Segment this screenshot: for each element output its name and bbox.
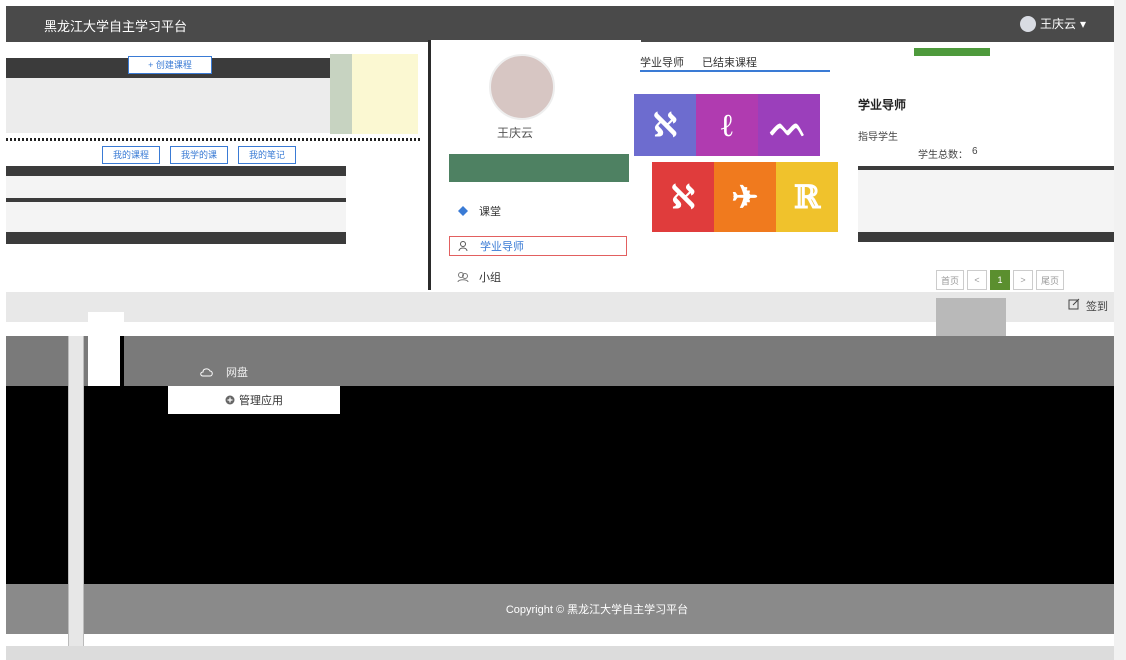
pager-prev[interactable]: < (967, 270, 987, 290)
plus-circle-icon (225, 395, 235, 405)
dark-band (6, 336, 1114, 386)
pagination: 首页 < 1 > 尾页 (936, 270, 1064, 290)
horizontal-scrollbar[interactable] (6, 646, 1114, 660)
my-notes-button[interactable]: 我的笔记 (238, 146, 296, 164)
gray-block (936, 298, 1006, 336)
tile-glyph: ᨓ (769, 105, 809, 144)
profile-photo (489, 54, 555, 120)
tile-4[interactable]: ℵ (652, 162, 714, 232)
my-courses-button[interactable]: 我的课程 (102, 146, 160, 164)
list-row-2 (6, 202, 346, 232)
course-banner (6, 78, 330, 133)
pager-last[interactable]: 尾页 (1036, 270, 1064, 290)
profile-name: 王庆云 (497, 126, 534, 140)
advisor-line: 指导学生 (858, 132, 898, 143)
vertical-scrollbar[interactable] (68, 336, 84, 652)
banner-note (352, 54, 418, 134)
menu-item-label: 网盘 (226, 367, 248, 379)
student-count: 6 (972, 146, 978, 157)
tile-2[interactable]: ℓ (696, 94, 758, 156)
copyright-text: Copyright © 黑龙江大学自主学习平台 (505, 604, 689, 616)
tile-glyph: ✈ (731, 178, 759, 216)
banner-strip (330, 54, 352, 134)
tile-6[interactable]: ℝ (776, 162, 838, 232)
manage-apps-button[interactable]: 管理应用 (168, 386, 340, 414)
create-course-button[interactable]: + 创建课程 (128, 56, 212, 74)
tile-glyph: ℓ (721, 106, 733, 144)
profile-card: 王庆云 课堂 学业导师 小组 (428, 40, 641, 290)
manage-apps-label: 管理应用 (239, 395, 283, 407)
tile-glyph: ℵ (653, 106, 677, 144)
cloud-icon (200, 368, 213, 377)
footer-left (6, 584, 68, 634)
tab-finished-courses[interactable]: 已结束课程 (702, 54, 757, 70)
advisor-info: 学业导师 指导学生 学生总数： 6 (858, 96, 1114, 246)
users-icon (458, 241, 468, 252)
tab-advisor[interactable]: 学业导师 (640, 54, 684, 70)
pager-next[interactable]: > (1013, 270, 1033, 290)
tile-5[interactable]: ✈ (714, 162, 776, 232)
site-title[interactable]: 黑龙江大学自主学习平台 (44, 16, 187, 35)
advisor-heading: 学业导师 (858, 98, 907, 112)
top-navbar: 黑龙江大学自主学习平台 王庆云 ▾ (6, 6, 1114, 42)
info-divider-2 (858, 232, 1114, 242)
group-icon (457, 272, 469, 283)
pager-first[interactable]: 首页 (936, 270, 964, 290)
menu-item-advisor[interactable]: 学业导师 (449, 236, 627, 256)
tile-glyph: ℵ (671, 178, 695, 216)
menu-item-classroom[interactable]: 课堂 (449, 202, 625, 220)
my-learning-button[interactable]: 我学的课 (170, 146, 228, 164)
diamond-icon (458, 206, 468, 216)
student-count-label: 学生总数： (918, 150, 968, 161)
info-body (858, 170, 1114, 232)
pager-current[interactable]: 1 (990, 270, 1010, 290)
content-overlay (6, 386, 1114, 584)
footer: Copyright © 黑龙江大学自主学习平台 (80, 584, 1114, 634)
list-band-3 (6, 232, 346, 244)
page-scrollbar[interactable] (1114, 0, 1126, 660)
menu-item-label: 学业导师 (480, 241, 524, 253)
user-name: 王庆云 (1039, 17, 1076, 31)
menu-item-group[interactable]: 小组 (449, 268, 625, 286)
user-menu[interactable]: 王庆云 ▾ (1019, 15, 1086, 32)
divider (6, 138, 420, 141)
tile-3[interactable]: ᨓ (758, 94, 820, 156)
sign-in-action[interactable]: 签到 (1068, 298, 1108, 314)
menu-item-label: 课堂 (479, 206, 501, 218)
chevron-down-icon: ▾ (1079, 16, 1086, 31)
tile-glyph: ℝ (793, 178, 821, 216)
edit-icon (1068, 298, 1080, 310)
list-band-1 (6, 166, 346, 176)
list-row-1 (6, 176, 346, 198)
menu-item-label: 小组 (479, 272, 501, 284)
avatar (1019, 15, 1036, 32)
profile-banner (449, 154, 629, 182)
student-count-line: 学生总数： 6 (918, 146, 978, 161)
menu-item-cloud[interactable]: 网盘 (200, 364, 248, 380)
tab-bar: 学业导师 已结束课程 (640, 54, 830, 72)
tile-1[interactable]: ℵ (634, 94, 696, 156)
sign-in-label: 签到 (1086, 301, 1108, 313)
green-button[interactable] (914, 48, 990, 56)
